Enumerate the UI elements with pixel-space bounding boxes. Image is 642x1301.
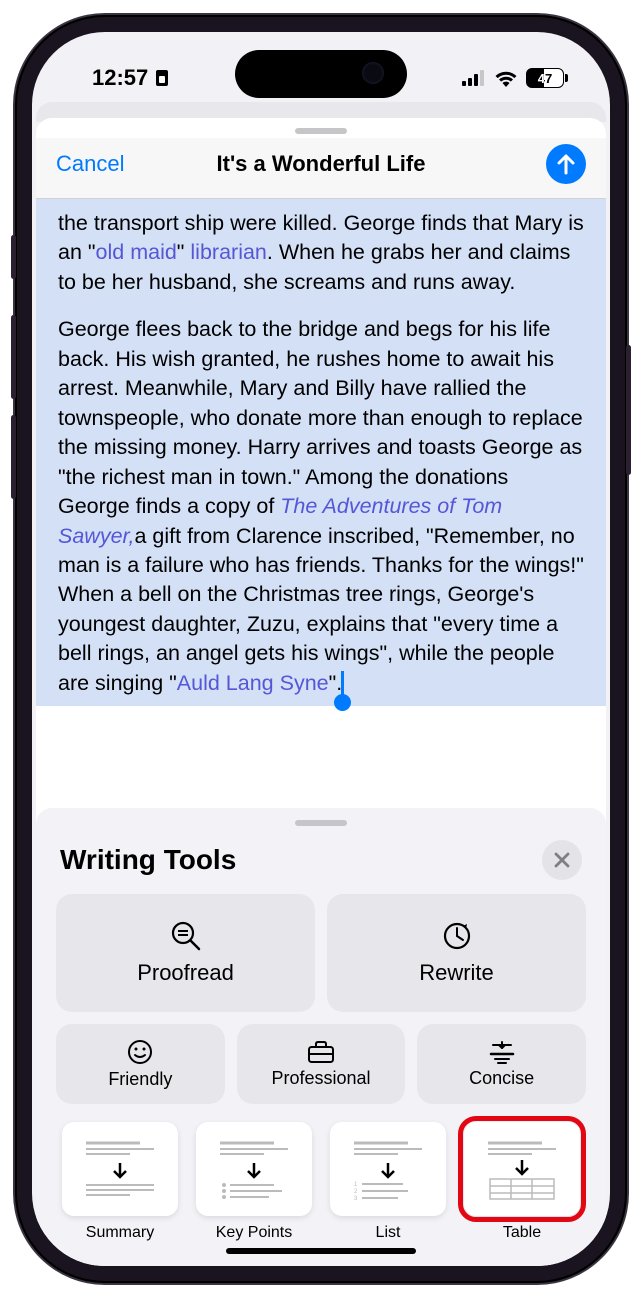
status-time: 12:57 (92, 65, 148, 91)
link-old-maid[interactable]: old maid (96, 240, 177, 264)
summary-button[interactable]: Summary (62, 1122, 178, 1242)
wifi-icon (494, 70, 518, 87)
keypoints-button[interactable]: Key Points (196, 1122, 312, 1242)
link-auld-lang-syne[interactable]: Auld Lang Syne (177, 671, 329, 695)
sheet-grabber[interactable] (295, 128, 347, 134)
close-icon (554, 852, 570, 868)
volume-up (11, 315, 16, 399)
list-button[interactable]: 1 2 3 List (330, 1122, 446, 1242)
rewrite-button[interactable]: Rewrite (327, 894, 586, 1012)
svg-text:3: 3 (354, 1196, 358, 1202)
selected-text[interactable]: the transport ship were killed. George f… (36, 199, 606, 706)
friendly-button[interactable]: Friendly (56, 1024, 225, 1104)
home-indicator[interactable] (226, 1248, 416, 1254)
smile-icon (127, 1039, 153, 1065)
phone-frame: 12:57 (15, 15, 627, 1283)
sim-icon (155, 69, 169, 87)
send-button[interactable] (546, 144, 586, 184)
front-camera (362, 62, 384, 84)
table-button[interactable]: Table (464, 1122, 580, 1242)
writing-tools-panel: Writing Tools (36, 808, 606, 1266)
professional-button[interactable]: Professional (237, 1024, 406, 1104)
volume-down (11, 415, 16, 499)
keypoints-thumb-icon (214, 1135, 294, 1203)
svg-text:1: 1 (354, 1182, 358, 1188)
compose-sheet: Cancel It's a Wonderful Life the transpo… (36, 118, 606, 1266)
battery-indicator: 47 (526, 68, 568, 88)
cancel-button[interactable]: Cancel (56, 151, 124, 177)
rewrite-icon (441, 920, 473, 952)
power-button (626, 345, 631, 475)
phone-screen: 12:57 (32, 32, 610, 1266)
text-content[interactable]: the transport ship were killed. George f… (36, 199, 606, 812)
list-thumb-icon: 1 2 3 (348, 1135, 428, 1203)
concise-button[interactable]: Concise (417, 1024, 586, 1104)
link-librarian[interactable]: librarian (190, 240, 266, 264)
nav-bar: Cancel It's a Wonderful Life (36, 138, 606, 199)
highlight-ring (458, 1116, 586, 1222)
arrow-up-icon (556, 153, 576, 175)
summary-thumb-icon (80, 1135, 160, 1203)
concise-icon (489, 1040, 515, 1064)
magnify-icon (170, 920, 202, 952)
tools-title: Writing Tools (60, 844, 236, 876)
close-button[interactable] (542, 840, 582, 880)
briefcase-icon (307, 1040, 335, 1064)
selection-end-handle[interactable] (341, 671, 344, 695)
svg-text:2: 2 (354, 1189, 358, 1195)
proofread-button[interactable]: Proofread (56, 894, 315, 1012)
tools-grabber[interactable] (295, 820, 347, 826)
silent-switch (11, 235, 16, 279)
cellular-icon (462, 70, 486, 86)
